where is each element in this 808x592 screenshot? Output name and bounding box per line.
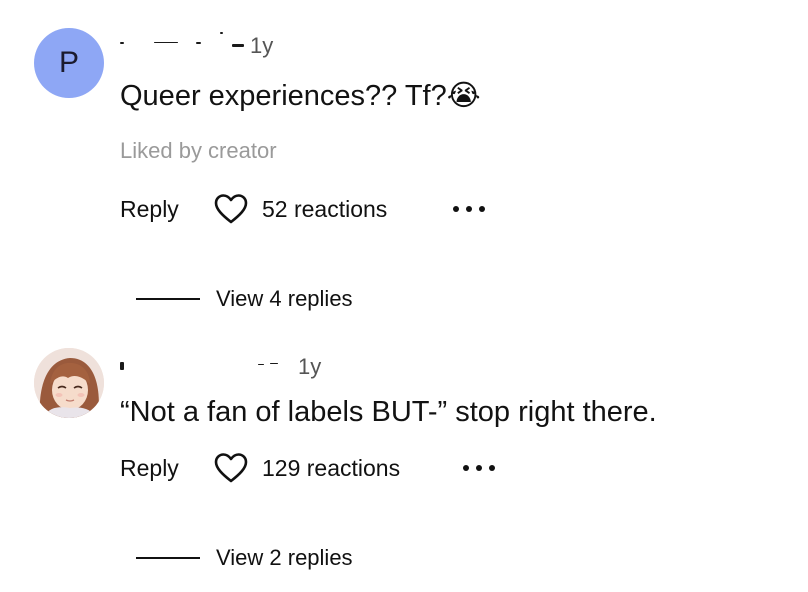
reactions-count[interactable]: 129 reactions <box>262 455 400 482</box>
comment-actions: Reply 52 reactions <box>120 193 387 225</box>
username-redacted[interactable] <box>120 32 250 50</box>
comment-text: Queer experiences?? Tf?😭 <box>120 78 481 113</box>
crying-face-icon: 😭 <box>446 80 481 112</box>
comment-item: P 1y Queer experiences?? Tf?😭 Liked by c… <box>0 0 808 330</box>
comment-actions: Reply 129 reactions <box>120 452 400 484</box>
avatar[interactable]: P <box>34 28 104 98</box>
more-options-icon[interactable] <box>463 452 495 484</box>
anime-girl-avatar-icon[interactable] <box>34 348 104 418</box>
reply-button[interactable]: Reply <box>120 455 214 482</box>
avatar-letter: P <box>58 46 79 79</box>
comment-body: “Not a fan of labels BUT-” stop right th… <box>120 396 657 428</box>
comment-body: Queer experiences?? Tf? <box>120 80 447 112</box>
more-options-icon[interactable] <box>453 193 485 225</box>
view-replies-label: View 4 replies <box>216 286 353 311</box>
timestamp: 1y <box>250 33 274 58</box>
reply-button[interactable]: Reply <box>120 196 214 223</box>
view-replies-label: View 2 replies <box>216 545 353 570</box>
heart-icon[interactable] <box>214 194 248 224</box>
view-replies-button[interactable]: View 2 replies <box>136 543 353 573</box>
timestamp: 1y <box>298 354 322 379</box>
replies-divider-line <box>136 557 200 559</box>
comments-list: P 1y Queer experiences?? Tf?😭 Liked by c… <box>0 0 808 592</box>
reactions-count[interactable]: 52 reactions <box>262 196 387 223</box>
heart-icon[interactable] <box>214 453 248 483</box>
comment-item: 1y “Not a fan of labels BUT-” stop right… <box>0 330 808 592</box>
replies-divider-line <box>136 298 200 300</box>
liked-by-creator: Liked by creator <box>120 138 277 163</box>
comment-text: “Not a fan of labels BUT-” stop right th… <box>120 396 657 429</box>
username-redacted[interactable] <box>120 360 280 372</box>
view-replies-button[interactable]: View 4 replies <box>136 284 353 314</box>
